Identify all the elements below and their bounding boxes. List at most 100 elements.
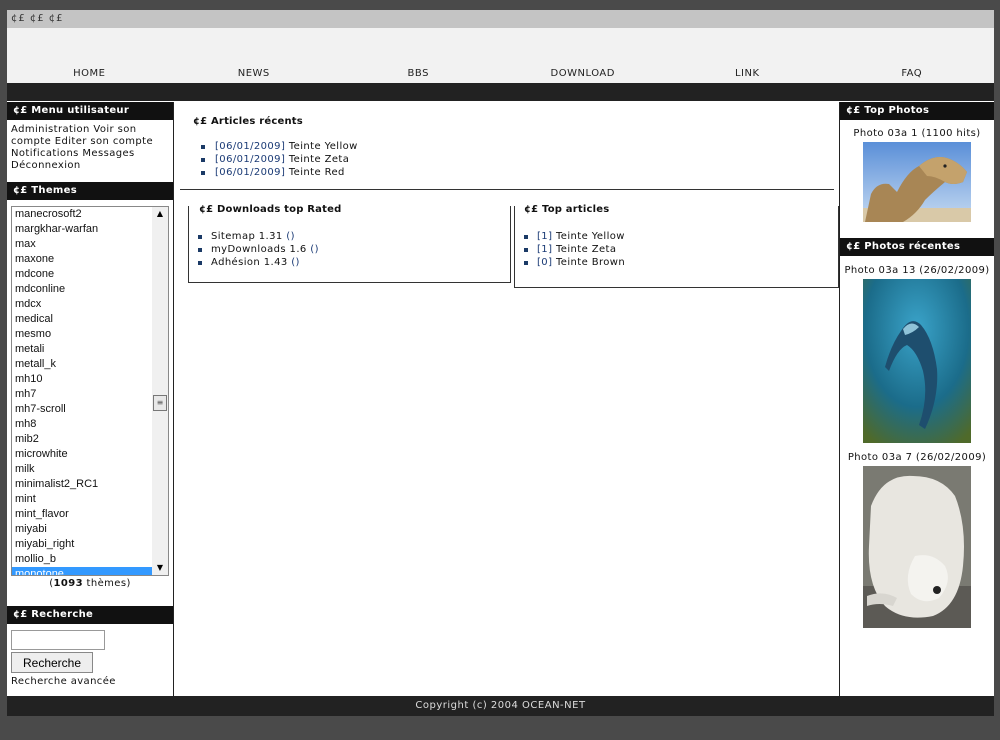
top-articles-list: [1] Teinte Yellow [1] Teinte Zeta [0] Te… bbox=[515, 230, 625, 269]
theme-option[interactable]: metali bbox=[12, 342, 154, 357]
article-title[interactable]: Teinte Yellow bbox=[556, 231, 625, 242]
theme-option[interactable]: mib2 bbox=[12, 432, 154, 447]
theme-scrollbar[interactable]: ▲ ≡ ▼ bbox=[152, 207, 168, 575]
theme-select-list[interactable]: manecrosoft2 margkhar-warfan max maxone mdco… bbox=[11, 206, 169, 576]
nav-download[interactable]: DOWNLOAD bbox=[501, 68, 666, 79]
footer: Copyright (c) 2004 OCEAN-NET bbox=[7, 696, 994, 716]
theme-option[interactable]: mdcx bbox=[12, 297, 154, 312]
user-menu-links: Administration Voir son compte Editer so… bbox=[7, 120, 173, 178]
theme-option[interactable]: minimalist2_RC1 bbox=[12, 477, 154, 492]
theme-option[interactable]: metall_k bbox=[12, 357, 154, 372]
list-item: [0] Teinte Brown bbox=[515, 256, 625, 269]
divider bbox=[180, 189, 834, 190]
theme-option[interactable]: mesmo bbox=[12, 327, 154, 342]
nav-home[interactable]: HOME bbox=[7, 68, 172, 79]
theme-option[interactable]: monotone bbox=[12, 567, 154, 575]
camel-photo[interactable] bbox=[863, 142, 971, 222]
theme-options: manecrosoft2 margkhar-warfan max maxone mdco… bbox=[12, 207, 154, 575]
link-deconnexion[interactable]: Déconnexion bbox=[11, 160, 81, 171]
theme-option[interactable]: mollio_b bbox=[12, 552, 154, 567]
recent-photo-caption-2[interactable]: Photo 03a 7 (26/02/2009) bbox=[840, 452, 994, 464]
article-date-link[interactable]: [06/01/2009] bbox=[215, 167, 285, 178]
article-count[interactable]: [1] bbox=[537, 244, 552, 255]
search-button[interactable]: Recherche bbox=[11, 652, 93, 673]
nav-news[interactable]: NEWS bbox=[172, 68, 337, 79]
theme-option[interactable]: miyabi bbox=[12, 522, 154, 537]
recent-articles-title: ¢£ Articles récents bbox=[193, 116, 303, 127]
nav-bbs[interactable]: BBS bbox=[336, 68, 501, 79]
themes-title: ¢£ Themes bbox=[7, 182, 173, 200]
scroll-thumb[interactable]: ≡ bbox=[153, 395, 167, 411]
right-sidebar: ¢£ Top Photos Photo 03a 1 (1100 hits) ¢£… bbox=[839, 102, 994, 696]
link-messages[interactable]: Messages bbox=[82, 148, 134, 159]
main-navigation: HOME NEWS BBS DOWNLOAD LINK FAQ bbox=[7, 28, 994, 83]
theme-count: (1093 thèmes) bbox=[7, 578, 173, 589]
theme-option[interactable]: mint bbox=[12, 492, 154, 507]
theme-option[interactable]: mdconline bbox=[12, 282, 154, 297]
article-date-link[interactable]: [06/01/2009] bbox=[215, 154, 285, 165]
advanced-search-link[interactable]: Recherche avancée bbox=[7, 673, 173, 690]
download-extra[interactable]: () bbox=[291, 257, 300, 268]
article-date-link[interactable]: [06/01/2009] bbox=[215, 141, 285, 152]
downloads-block: ¢£ Downloads top Rated Sitemap 1.31 () m… bbox=[188, 204, 511, 283]
download-name[interactable]: Sitemap 1.31 bbox=[211, 231, 283, 242]
user-menu-title: ¢£ Menu utilisateur bbox=[7, 102, 173, 120]
search-block: ¢£ Recherche Recherche Recherche avancée bbox=[7, 606, 173, 690]
article-title[interactable]: Teinte Brown bbox=[556, 257, 625, 268]
polar-bear-photo[interactable] bbox=[863, 466, 971, 628]
search-title: ¢£ Recherche bbox=[7, 606, 173, 624]
theme-option[interactable]: margkhar-warfan bbox=[12, 222, 154, 237]
theme-option[interactable]: milk bbox=[12, 462, 154, 477]
list-item: myDownloads 1.6 () bbox=[189, 243, 319, 256]
theme-count-suffix: thèmes) bbox=[82, 578, 131, 589]
scroll-down-arrow-icon[interactable]: ▼ bbox=[152, 561, 168, 575]
article-title[interactable]: Teinte Zeta bbox=[556, 244, 616, 255]
list-item: [06/01/2009] Teinte Red bbox=[193, 166, 813, 179]
theme-option[interactable]: miyabi_right bbox=[12, 537, 154, 552]
recent-photo-caption-1[interactable]: Photo 03a 13 (26/02/2009) bbox=[840, 265, 994, 277]
list-item: Sitemap 1.31 () bbox=[189, 230, 319, 243]
article-title[interactable]: Teinte Zeta bbox=[289, 154, 349, 165]
article-title[interactable]: Teinte Red bbox=[289, 167, 345, 178]
theme-option[interactable]: microwhite bbox=[12, 447, 154, 462]
article-count[interactable]: [0] bbox=[537, 257, 552, 268]
link-administration[interactable]: Administration bbox=[11, 124, 90, 135]
search-input[interactable] bbox=[11, 630, 105, 650]
download-extra[interactable]: () bbox=[310, 244, 319, 255]
theme-option[interactable]: mdcone bbox=[12, 267, 154, 282]
download-name[interactable]: Adhésion 1.43 bbox=[211, 257, 288, 268]
theme-option[interactable]: manecrosoft2 bbox=[12, 207, 154, 222]
theme-option[interactable]: max bbox=[12, 237, 154, 252]
list-item: [1] Teinte Yellow bbox=[515, 230, 625, 243]
recent-photos-title: ¢£ Photos récentes bbox=[840, 238, 994, 256]
download-name[interactable]: myDownloads 1.6 bbox=[211, 244, 307, 255]
list-item: Adhésion 1.43 () bbox=[189, 256, 319, 269]
list-item: [06/01/2009] Teinte Yellow bbox=[193, 140, 813, 153]
recent-articles-block: ¢£ Articles récents [06/01/2009] Teinte … bbox=[193, 116, 813, 179]
theme-option[interactable]: maxone bbox=[12, 252, 154, 267]
scroll-up-arrow-icon[interactable]: ▲ bbox=[152, 207, 168, 221]
nav-link[interactable]: LINK bbox=[665, 68, 830, 79]
list-item: [06/01/2009] Teinte Zeta bbox=[193, 153, 813, 166]
theme-count-number: 1093 bbox=[53, 578, 83, 589]
left-sidebar: ¢£ Menu utilisateur Administration Voir … bbox=[7, 102, 174, 696]
theme-option[interactable]: mh10 bbox=[12, 372, 154, 387]
theme-option[interactable]: mint_flavor bbox=[12, 507, 154, 522]
link-notifications[interactable]: Notifications bbox=[11, 148, 79, 159]
theme-option[interactable]: medical bbox=[12, 312, 154, 327]
dolphin-photo[interactable] bbox=[863, 279, 971, 443]
download-extra[interactable]: () bbox=[286, 231, 295, 242]
theme-option[interactable]: mh7 bbox=[12, 387, 154, 402]
theme-option[interactable]: mh8 bbox=[12, 417, 154, 432]
top-photo-caption[interactable]: Photo 03a 1 (1100 hits) bbox=[840, 128, 994, 140]
page-frame: ¢£ ¢£ ¢£ HOME NEWS BBS DOWNLOAD LINK FAQ… bbox=[7, 10, 994, 716]
link-editer-compte[interactable]: Editer son compte bbox=[55, 136, 153, 147]
theme-option[interactable]: mh7-scroll bbox=[12, 402, 154, 417]
nav-faq[interactable]: FAQ bbox=[830, 68, 995, 79]
top-articles-block: ¢£ Top articles [1] Teinte Yellow [1] Te… bbox=[514, 204, 839, 288]
main-content: ¢£ Articles récents [06/01/2009] Teinte … bbox=[175, 102, 839, 696]
top-photos-title: ¢£ Top Photos bbox=[840, 102, 994, 120]
article-title[interactable]: Teinte Yellow bbox=[289, 141, 358, 152]
article-count[interactable]: [1] bbox=[537, 231, 552, 242]
top-bar-text: ¢£ ¢£ ¢£ bbox=[11, 13, 64, 24]
